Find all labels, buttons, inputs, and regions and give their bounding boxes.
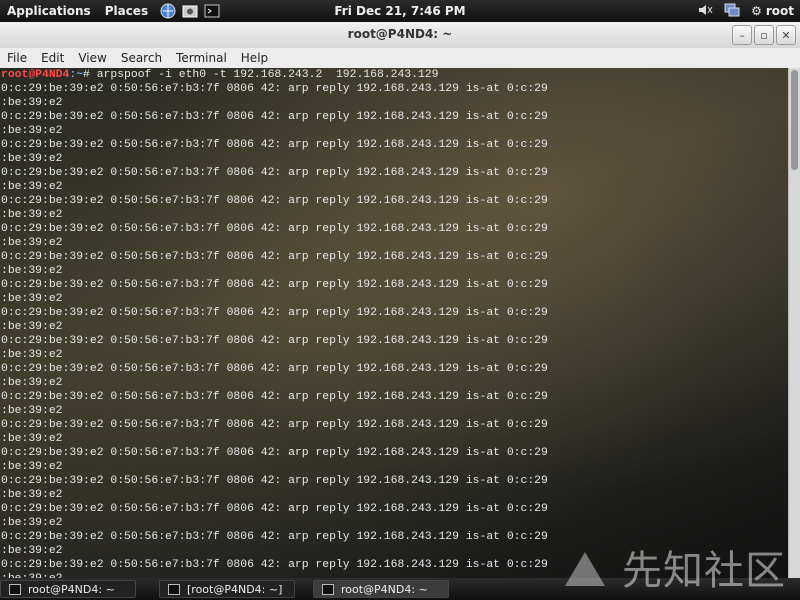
terminal-line: :be:39:e2: [1, 181, 63, 193]
terminal-line: 0:c:29:be:39:e2 0:50:56:e7:b3:7f 0806 42…: [1, 307, 548, 319]
terminal-line: 0:c:29:be:39:e2 0:50:56:e7:b3:7f 0806 42…: [1, 391, 548, 403]
prompt-path: :~: [69, 69, 84, 81]
terminal-line: :be:39:e2: [1, 433, 63, 445]
terminal-line: :be:39:e2: [1, 377, 63, 389]
window-title: root@P4ND4: ~: [347, 27, 453, 41]
terminal-line: 0:c:29:be:39:e2 0:50:56:e7:b3:7f 0806 42…: [1, 251, 548, 263]
gear-icon: ⚙: [751, 4, 762, 18]
scrollbar-thumb[interactable]: [791, 70, 798, 170]
terminal-line: 0:c:29:be:39:e2 0:50:56:e7:b3:7f 0806 42…: [1, 363, 548, 375]
watermark-logo: [565, 552, 605, 586]
terminal-line: 0:c:29:be:39:e2 0:50:56:e7:b3:7f 0806 42…: [1, 279, 548, 291]
terminal-line: 0:c:29:be:39:e2 0:50:56:e7:b3:7f 0806 42…: [1, 503, 548, 515]
terminal-line: :be:39:e2: [1, 405, 63, 417]
terminal-icon: [9, 583, 21, 595]
menu-terminal[interactable]: Terminal: [169, 51, 234, 65]
menu-help[interactable]: Help: [234, 51, 275, 65]
terminal-line: :be:39:e2: [1, 489, 63, 501]
terminal-launcher-icon[interactable]: [203, 2, 221, 20]
close-button[interactable]: ✕: [776, 25, 796, 45]
menu-view[interactable]: View: [71, 51, 113, 65]
prompt-suffix: #: [83, 69, 97, 81]
prompt-line: root@P4ND4:~# arpspoof -i eth0 -t 192.16…: [0, 68, 788, 82]
menu-file[interactable]: File: [0, 51, 34, 65]
taskbar-item[interactable]: root@P4ND4: ~: [313, 580, 449, 598]
user-name: root: [765, 4, 794, 18]
terminal-scrollbar[interactable]: [788, 68, 800, 578]
maximize-button[interactable]: ▫: [754, 25, 774, 45]
screenshot-icon[interactable]: [181, 2, 199, 20]
terminal-line: 0:c:29:be:39:e2 0:50:56:e7:b3:7f 0806 42…: [1, 447, 548, 459]
menu-edit[interactable]: Edit: [34, 51, 71, 65]
window-titlebar[interactable]: root@P4ND4: ~ – ▫ ✕: [0, 22, 800, 49]
terminal-line: 0:c:29:be:39:e2 0:50:56:e7:b3:7f 0806 42…: [1, 223, 548, 235]
network-icon[interactable]: [723, 3, 741, 20]
applications-menu[interactable]: Applications: [0, 4, 98, 18]
minimize-button[interactable]: –: [732, 25, 752, 45]
volume-icon[interactable]: [697, 3, 713, 20]
terminal-line: :be:39:e2: [1, 321, 63, 333]
command-text: arpspoof -i eth0 -t 192.168.243.2 192.16…: [96, 69, 439, 81]
terminal-line: 0:c:29:be:39:e2 0:50:56:e7:b3:7f 0806 42…: [1, 111, 548, 123]
taskbar-item-label: root@P4ND4: ~: [28, 582, 115, 596]
terminal-line: :be:39:e2: [1, 125, 63, 137]
terminal-line: :be:39:e2: [1, 265, 63, 277]
terminal-line: :be:39:e2: [1, 517, 63, 529]
terminal-icon: [168, 583, 180, 595]
terminal-line: :be:39:e2: [1, 293, 63, 305]
terminal-line: :be:39:e2: [1, 209, 63, 221]
terminal-line: 0:c:29:be:39:e2 0:50:56:e7:b3:7f 0806 42…: [1, 139, 548, 151]
browser-icon[interactable]: [159, 2, 177, 20]
places-menu[interactable]: Places: [98, 4, 155, 18]
prompt-user: root@P4ND4: [1, 69, 70, 81]
user-menu[interactable]: ⚙ root: [751, 4, 794, 18]
terminal-line: :be:39:e2: [1, 349, 63, 361]
terminal-line: 0:c:29:be:39:e2 0:50:56:e7:b3:7f 0806 42…: [1, 167, 548, 179]
terminal-line: 0:c:29:be:39:e2 0:50:56:e7:b3:7f 0806 42…: [1, 475, 548, 487]
menu-search[interactable]: Search: [114, 51, 169, 65]
terminal-line: :be:39:e2: [1, 153, 63, 165]
terminal-line: 0:c:29:be:39:e2 0:50:56:e7:b3:7f 0806 42…: [1, 419, 548, 431]
watermark: 先知社区: [622, 548, 786, 594]
taskbar-item-label: [root@P4ND4: ~]: [187, 582, 283, 596]
terminal-icon: [322, 583, 334, 595]
terminal-output: 0:c:29:be:39:e2 0:50:56:e7:b3:7f 0806 42…: [0, 82, 788, 578]
top-panel: Applications Places Fri Dec 21, 7:46 PM …: [0, 0, 800, 22]
terminal-line: 0:c:29:be:39:e2 0:50:56:e7:b3:7f 0806 42…: [1, 195, 548, 207]
terminal-line: 0:c:29:be:39:e2 0:50:56:e7:b3:7f 0806 42…: [1, 335, 548, 347]
terminal-line: :be:39:e2: [1, 237, 63, 249]
taskbar-item-label: root@P4ND4: ~: [341, 582, 428, 596]
terminal-line: 0:c:29:be:39:e2 0:50:56:e7:b3:7f 0806 42…: [1, 83, 548, 95]
taskbar-item[interactable]: root@P4ND4: ~: [0, 580, 136, 598]
terminal-area[interactable]: root@P4ND4:~# arpspoof -i eth0 -t 192.16…: [0, 68, 788, 578]
taskbar-item[interactable]: [root@P4ND4: ~]: [159, 580, 295, 598]
menubar: File Edit View Search Terminal Help: [0, 48, 800, 69]
terminal-line: :be:39:e2: [1, 97, 63, 109]
terminal-line: :be:39:e2: [1, 461, 63, 473]
